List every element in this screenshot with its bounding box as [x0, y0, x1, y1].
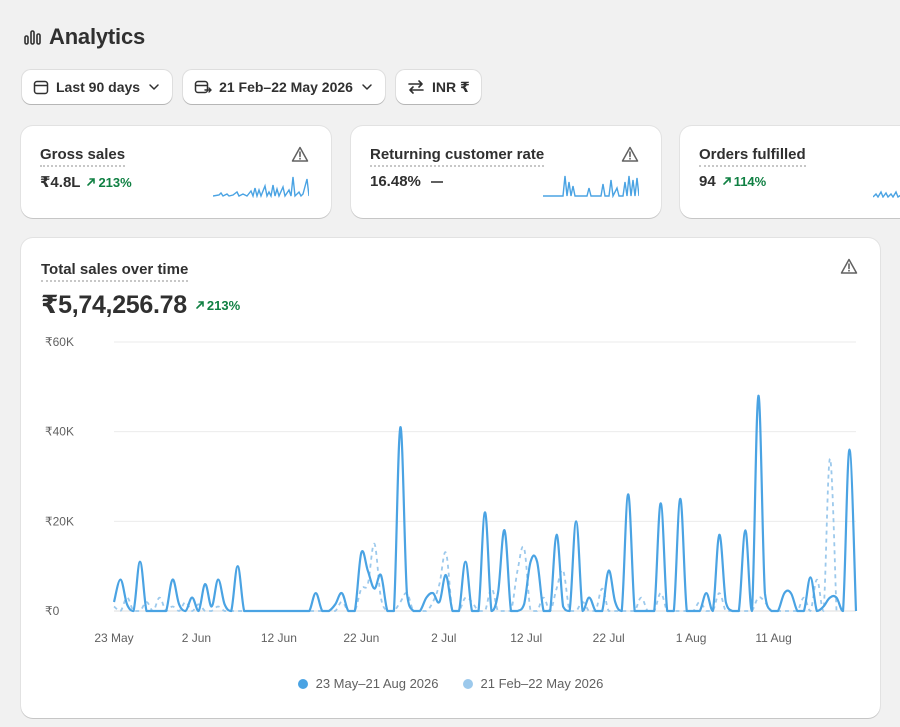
- metric-label: Gross sales: [40, 146, 126, 167]
- chevron-down-icon: [147, 80, 161, 94]
- sales-line-chart[interactable]: ₹0 ₹20K ₹40K ₹60K 23 May 2 Jun 12 Jun 22 Jun 2 J…: [21, 238, 880, 668]
- legend-dot-current: [297, 678, 308, 689]
- x-tick-label: 22 Jun: [343, 631, 379, 645]
- chart-legend: 23 May–21 Aug 2026 21 Feb–22 May 2026: [21, 676, 880, 691]
- x-tick-label: 2 Jun: [182, 631, 211, 645]
- trend-value: 213%: [98, 174, 132, 190]
- trend-badge: 213%: [86, 174, 132, 190]
- trend-value: 114%: [733, 174, 767, 189]
- metric-card-returning-customer-rate[interactable]: Returning customer rate 16.48%: [351, 126, 661, 218]
- y-tick-label: ₹0: [45, 604, 60, 618]
- x-tick-label: 1 Aug: [676, 631, 707, 645]
- legend-label: 21 Feb–22 May 2026: [480, 676, 604, 691]
- x-tick-label: 23 May: [94, 631, 133, 645]
- y-tick-label: ₹60K: [45, 335, 74, 349]
- legend-item-comparison[interactable]: 21 Feb–22 May 2026: [462, 676, 604, 691]
- compare-range-label: 21 Feb–22 May 2026: [219, 79, 353, 95]
- legend-item-current[interactable]: 23 May–21 Aug 2026: [297, 676, 439, 691]
- legend-dot-comparison: [462, 678, 473, 689]
- currency-button[interactable]: INR ₹: [395, 70, 481, 104]
- page-title: Analytics: [49, 24, 146, 49]
- trend-badge: 114%: [722, 174, 767, 189]
- warning-icon[interactable]: [291, 146, 309, 168]
- calendar-icon: [33, 79, 49, 95]
- x-tick-label: 12 Jul: [510, 631, 542, 645]
- arrow-up-right-icon: [86, 175, 96, 190]
- sparkline: [873, 190, 900, 198]
- metric-label: Returning customer rate: [370, 146, 545, 167]
- currency-label: INR ₹: [431, 78, 470, 95]
- no-change-dash: [430, 180, 443, 183]
- metric-card-orders-fulfilled[interactable]: Orders fulfilled 94 114%: [680, 126, 900, 218]
- x-tick-label: 2 Jul: [431, 631, 456, 645]
- date-range-label: Last 90 days: [56, 79, 141, 95]
- arrow-up-right-icon: [722, 174, 732, 189]
- x-tick-label: 22 Jul: [593, 631, 625, 645]
- series-line-current: [112, 394, 858, 613]
- page-header: Analytics: [24, 24, 145, 50]
- compare-range-button[interactable]: 21 Feb–22 May 2026: [183, 70, 385, 104]
- sparkline: [543, 175, 639, 198]
- metric-value: 94: [699, 173, 716, 190]
- calendar-compare-icon: [194, 79, 213, 95]
- currency-exchange-icon: [407, 79, 425, 95]
- chevron-down-icon: [360, 80, 374, 94]
- metric-label: Orders fulfilled: [699, 146, 806, 167]
- x-tick-label: 12 Jun: [261, 631, 297, 645]
- sparkline: [213, 176, 309, 198]
- date-range-button[interactable]: Last 90 days: [22, 70, 173, 104]
- filter-bar: Last 90 days 21 Feb–22 May 2026 INR ₹: [22, 70, 481, 104]
- series-line-comparison: [113, 457, 838, 612]
- metric-card-gross-sales[interactable]: Gross sales ₹4.8L 213%: [21, 126, 331, 218]
- total-sales-chart-card: Total sales over time ₹5,74,256.78 213% …: [21, 238, 880, 718]
- metric-value: 16.48%: [370, 173, 421, 190]
- warning-icon[interactable]: [621, 146, 639, 168]
- metric-value: ₹4.8L: [40, 174, 81, 191]
- x-tick-label: 11 Aug: [755, 631, 791, 645]
- legend-label: 23 May–21 Aug 2026: [315, 676, 439, 691]
- y-tick-label: ₹20K: [45, 514, 74, 528]
- bar-chart-icon: [24, 29, 41, 45]
- y-tick-label: ₹40K: [45, 425, 74, 439]
